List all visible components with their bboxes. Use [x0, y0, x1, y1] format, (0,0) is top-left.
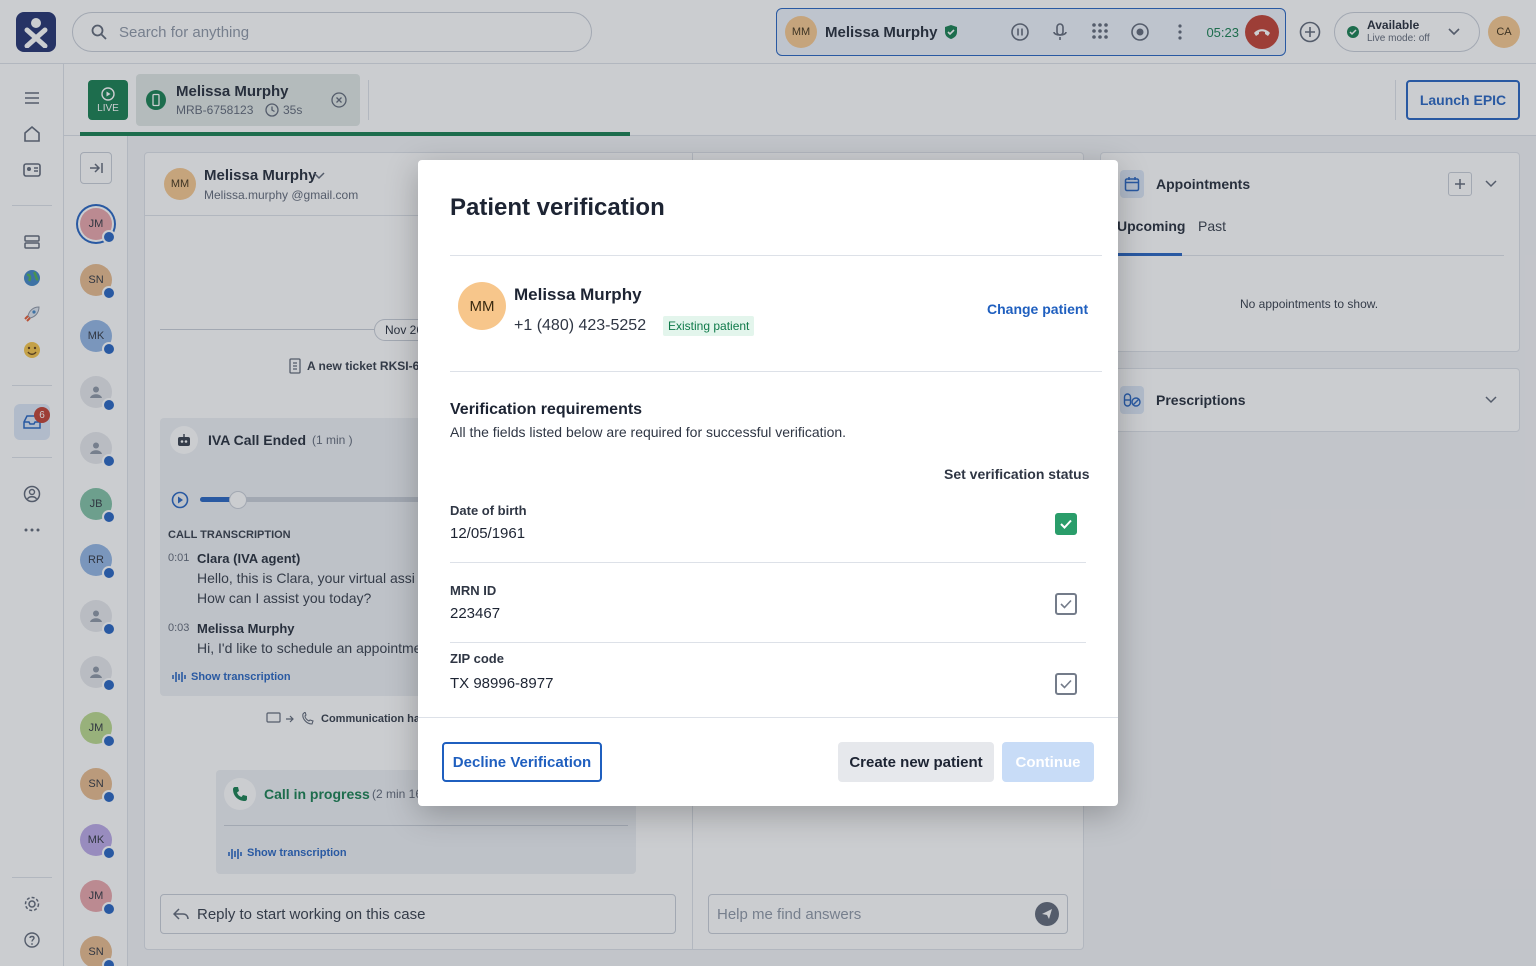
mrn-verified-checkbox[interactable] — [1055, 593, 1077, 615]
dialog-title: Patient verification — [450, 194, 665, 221]
existing-patient-badge: Existing patient — [663, 316, 755, 336]
checkmark-icon — [1060, 519, 1072, 529]
patient-verification-dialog: Patient verification MM Melissa Murphy +… — [418, 160, 1118, 806]
field-divider — [450, 562, 1086, 563]
decline-verification-button[interactable]: Decline Verification — [442, 742, 602, 782]
field-label: Date of birth — [450, 503, 527, 518]
dialog-divider — [450, 255, 1102, 256]
patient-name: Melissa Murphy — [514, 285, 642, 304]
requirements-title: Verification requirements — [450, 401, 643, 418]
dialog-divider — [450, 371, 1102, 372]
field-value: 223467 — [450, 605, 501, 622]
footer-divider — [418, 717, 1118, 718]
patient-avatar: MM — [458, 282, 506, 330]
requirements-subtitle: All the fields listed below are required… — [450, 424, 847, 440]
change-patient-link[interactable]: Change patient — [987, 301, 1088, 317]
dob-verified-checkbox[interactable] — [1055, 513, 1077, 535]
field-value: 12/05/1961 — [450, 525, 526, 542]
create-new-patient-button[interactable]: Create new patient — [838, 742, 994, 782]
checkmark-icon — [1060, 679, 1072, 689]
continue-button[interactable]: Continue — [1002, 742, 1094, 782]
zip-verified-checkbox[interactable] — [1055, 673, 1077, 695]
field-divider — [450, 642, 1086, 643]
status-column-header: Set verification status — [944, 466, 1090, 482]
field-value: TX 98996-8977 — [450, 675, 554, 692]
field-label: ZIP code — [450, 651, 504, 666]
checkmark-icon — [1060, 599, 1072, 609]
field-label: MRN ID — [450, 583, 497, 598]
patient-phone: +1 (480) 423-5252 — [514, 317, 647, 334]
